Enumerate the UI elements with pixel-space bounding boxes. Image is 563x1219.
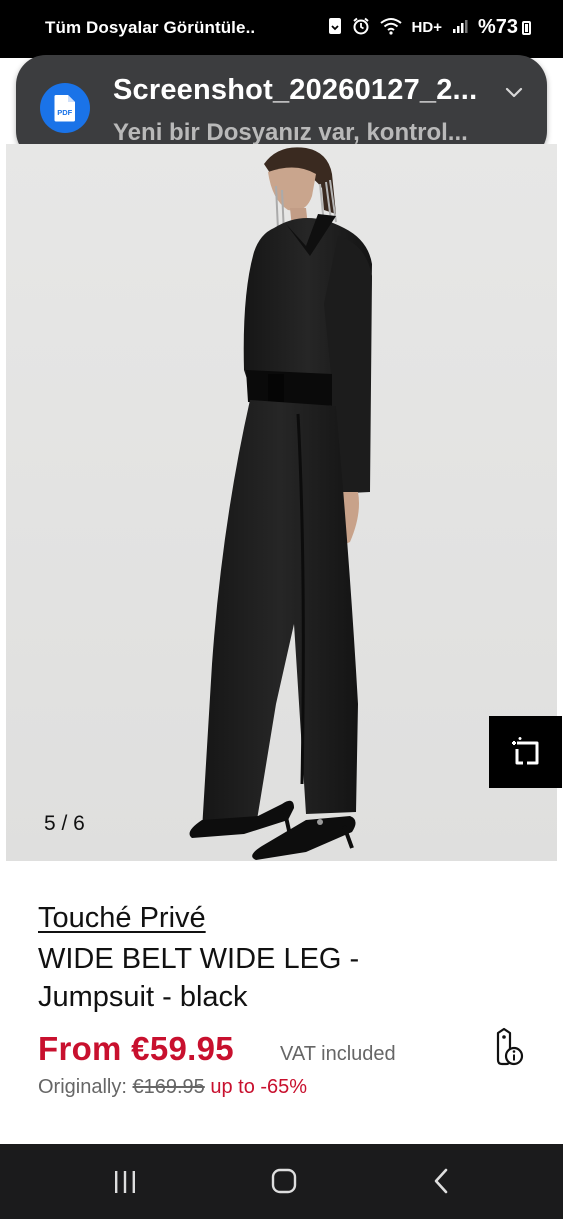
original-price-row: Originally: €169.95 up to -65%	[38, 1076, 307, 1099]
product-price: From €59.95	[38, 1030, 234, 1067]
alarm-icon	[352, 17, 370, 39]
network-type-label: HD+	[411, 19, 442, 36]
notification-title: Screenshot_20260127_2...	[113, 74, 478, 106]
original-price-label: Originally:	[38, 1076, 127, 1098]
signal-icon	[452, 18, 468, 38]
chevron-down-icon[interactable]	[503, 81, 525, 103]
wifi-icon	[379, 17, 402, 39]
file-transfer-icon	[328, 17, 342, 39]
expand-crop-button[interactable]	[489, 716, 562, 788]
status-notification-title: Tüm Dosyalar Görüntüle..	[45, 18, 256, 37]
notification-body: Yeni bir Dosyanız var, kontrol...	[113, 119, 468, 146]
home-icon[interactable]	[270, 1167, 298, 1195]
battery-percent: %73	[477, 16, 518, 38]
status-icons: HD+ %73	[328, 16, 531, 39]
vat-note: VAT included	[280, 1043, 396, 1065]
discount-text: up to -65%	[210, 1076, 308, 1098]
system-nav-bar	[0, 1144, 563, 1219]
product-name: WIDE BELT WIDE LEG - Jumpsuit - black	[38, 943, 360, 1013]
battery-indicator: %73	[478, 16, 531, 39]
original-price: €169.95	[132, 1076, 205, 1098]
pdf-file-icon: PDF	[40, 83, 90, 133]
product-image[interactable]: 5 / 6	[6, 144, 557, 861]
image-counter: 5 / 6	[44, 812, 85, 835]
pdf-label: PDF	[57, 108, 72, 117]
price-tag-info-icon[interactable]	[486, 1026, 528, 1068]
brand-link[interactable]: Touché Privé	[38, 902, 206, 935]
recent-apps-icon[interactable]	[112, 1169, 138, 1195]
back-icon[interactable]	[428, 1167, 456, 1195]
expand-crop-icon	[511, 737, 538, 765]
status-bar: Tüm Dosyalar Görüntüle.. HD+ %73	[0, 0, 563, 58]
model-photo	[189, 147, 372, 860]
battery-icon	[522, 20, 531, 35]
